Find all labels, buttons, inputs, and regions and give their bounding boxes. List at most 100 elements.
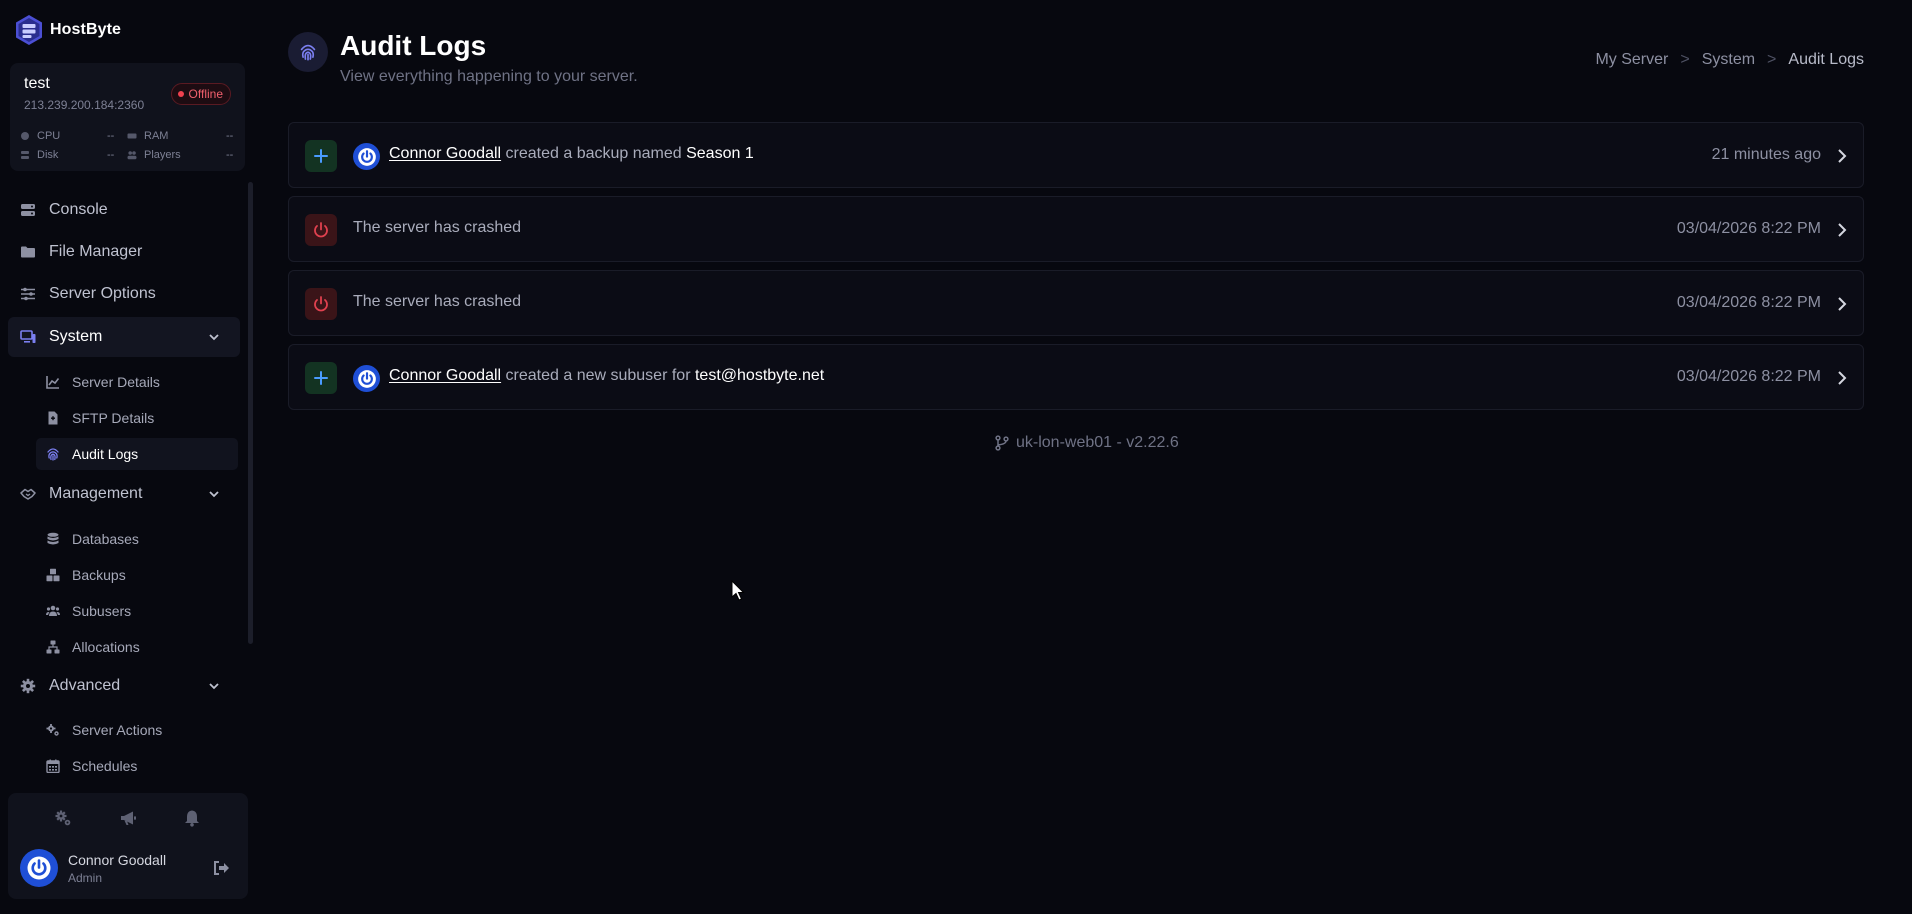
user-card: Connor Goodall Admin bbox=[8, 793, 248, 899]
folder-icon bbox=[21, 246, 35, 258]
breadcrumb-separator: > bbox=[1680, 51, 1690, 68]
nav-label: Management bbox=[49, 485, 143, 502]
power-icon bbox=[27, 856, 51, 880]
page-icon bbox=[288, 32, 328, 72]
sidebar-item-databases[interactable]: Databases bbox=[36, 523, 238, 555]
sub-item-label: Allocations bbox=[72, 639, 140, 655]
stat-label: Disk bbox=[37, 149, 59, 161]
sidebar-item-server-details[interactable]: Server Details bbox=[36, 366, 238, 398]
server-card[interactable]: test 213.239.200.184:2360 Offline CPU --… bbox=[10, 63, 245, 171]
chevron-right-icon bbox=[1838, 149, 1847, 163]
mouse-cursor-icon bbox=[731, 580, 745, 601]
chevron-down-icon bbox=[209, 334, 219, 341]
logout-icon[interactable] bbox=[212, 859, 230, 877]
log-timestamp: 03/04/2026 8:22 PM bbox=[1676, 220, 1821, 237]
breadcrumb-item-system[interactable]: System bbox=[1702, 51, 1755, 69]
sub-item-label: Audit Logs bbox=[72, 446, 139, 462]
sidebar-item-server-actions[interactable]: Server Actions bbox=[36, 714, 238, 746]
nav-item-system[interactable]: System bbox=[8, 317, 240, 357]
sidebar-item-subusers[interactable]: Subusers bbox=[36, 595, 238, 627]
stat-label: RAM bbox=[144, 130, 169, 142]
plus-icon bbox=[314, 371, 328, 385]
power-icon bbox=[314, 296, 328, 312]
players-icon bbox=[127, 151, 137, 160]
network-icon bbox=[46, 640, 60, 654]
nav-item-advanced[interactable]: Advanced bbox=[8, 666, 240, 706]
nav-label: Console bbox=[49, 201, 108, 218]
chevron-down-icon bbox=[209, 491, 219, 498]
log-row[interactable]: Connor Goodall created a backup named Se… bbox=[288, 122, 1864, 188]
breadcrumb-item-my-server[interactable]: My Server bbox=[1595, 51, 1668, 69]
sub-item-label: SFTP Details bbox=[72, 410, 155, 426]
chart-icon bbox=[46, 376, 60, 389]
nav-item-server-options[interactable]: Server Options bbox=[8, 274, 240, 314]
actor-link[interactable]: Connor Goodall bbox=[389, 367, 501, 384]
handshake-icon bbox=[20, 488, 36, 500]
code-branch-icon bbox=[995, 435, 1009, 451]
stat-value: -- bbox=[226, 149, 234, 161]
log-action: The server has crashed bbox=[353, 293, 522, 310]
log-row[interactable]: Connor Goodall created a new subuser for… bbox=[288, 344, 1864, 410]
hostbyte-logo-icon bbox=[16, 15, 42, 45]
server-icon bbox=[21, 204, 35, 216]
megaphone-icon[interactable] bbox=[119, 809, 137, 827]
stat-label: CPU bbox=[37, 130, 61, 142]
sidebar-item-schedules[interactable]: Schedules bbox=[36, 750, 238, 782]
plus-icon bbox=[314, 149, 328, 163]
nav-item-management[interactable]: Management bbox=[8, 474, 240, 514]
sidebar-item-sftp-details[interactable]: SFTP Details bbox=[36, 402, 238, 434]
desktop-icon bbox=[20, 330, 36, 343]
file-icon bbox=[48, 411, 58, 425]
log-message: The server has crashed bbox=[353, 219, 521, 237]
user-role: Admin bbox=[68, 871, 103, 885]
log-row[interactable]: The server has crashed 03/04/2026 8:22 P… bbox=[288, 270, 1864, 336]
calendar-icon bbox=[46, 759, 60, 773]
crash-event-icon bbox=[305, 288, 337, 320]
log-message: Connor Goodall created a backup named Se… bbox=[389, 145, 754, 163]
database-icon bbox=[47, 532, 59, 545]
status-badge: Offline bbox=[170, 83, 231, 105]
brand[interactable]: HostByte bbox=[14, 14, 121, 46]
avatar[interactable] bbox=[20, 849, 58, 887]
sidebar-scrollbar[interactable] bbox=[248, 182, 253, 644]
sidebar-item-allocations[interactable]: Allocations bbox=[36, 631, 238, 663]
actor-avatar bbox=[353, 143, 380, 170]
version-label: uk-lon-web01 - v2.22.6 bbox=[1016, 434, 1179, 451]
log-row[interactable]: The server has crashed 03/04/2026 8:22 P… bbox=[288, 196, 1864, 262]
nav-label: File Manager bbox=[49, 243, 143, 260]
sidebar-item-backups[interactable]: Backups bbox=[36, 559, 238, 591]
create-event-icon bbox=[305, 140, 337, 172]
fingerprint-icon bbox=[47, 448, 59, 461]
gear-icon bbox=[20, 678, 36, 694]
nav-label: Advanced bbox=[49, 677, 121, 694]
create-event-icon bbox=[305, 362, 337, 394]
power-icon bbox=[357, 369, 376, 388]
stat-disk: Disk bbox=[20, 149, 58, 161]
power-icon bbox=[357, 147, 376, 166]
sub-item-label: Server Details bbox=[72, 374, 160, 390]
nav-item-console[interactable]: Console bbox=[8, 190, 240, 230]
status-label: Offline bbox=[188, 87, 223, 101]
chevron-right-icon bbox=[1838, 223, 1847, 237]
sidebar-item-audit-logs[interactable]: Audit Logs bbox=[36, 438, 238, 470]
log-timestamp: 03/04/2026 8:22 PM bbox=[1676, 368, 1821, 385]
nav-label: Server Options bbox=[49, 285, 156, 302]
page-subtitle: View everything happening to your server… bbox=[340, 68, 638, 85]
chevron-right-icon bbox=[1838, 371, 1847, 385]
bell-icon[interactable] bbox=[183, 809, 201, 827]
cogs-icon[interactable] bbox=[54, 809, 72, 827]
stat-cpu: CPU bbox=[20, 130, 60, 142]
sub-item-label: Schedules bbox=[72, 758, 138, 774]
nav-item-file-manager[interactable]: File Manager bbox=[8, 232, 240, 272]
page-title: Audit Logs bbox=[340, 30, 487, 61]
cpu-icon bbox=[21, 132, 29, 140]
server-address: 213.239.200.184:2360 bbox=[24, 98, 145, 112]
memory-icon bbox=[127, 133, 137, 139]
stat-value: -- bbox=[107, 149, 115, 161]
breadcrumb-item-audit-logs: Audit Logs bbox=[1788, 51, 1864, 68]
log-subject: Season 1 bbox=[686, 145, 754, 162]
actor-link[interactable]: Connor Goodall bbox=[389, 145, 501, 162]
breadcrumb: My Server > System > Audit Logs bbox=[1595, 51, 1864, 69]
crash-event-icon bbox=[305, 214, 337, 246]
sub-item-label: Backups bbox=[72, 567, 126, 583]
